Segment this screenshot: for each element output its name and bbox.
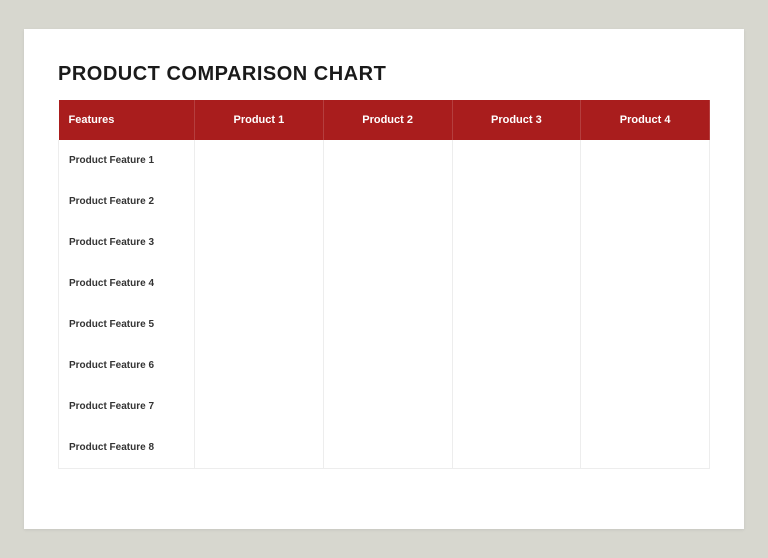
- cell: [323, 263, 452, 304]
- cell: [195, 263, 324, 304]
- col-header-product-1: Product 1: [195, 100, 324, 140]
- cell: [323, 386, 452, 427]
- col-header-product-3: Product 3: [452, 100, 581, 140]
- feature-label: Product Feature 2: [59, 181, 195, 222]
- cell: [323, 427, 452, 468]
- table-row: Product Feature 6: [59, 345, 710, 386]
- comparison-table: Features Product 1 Product 2 Product 3 P…: [58, 100, 710, 469]
- col-header-features: Features: [59, 100, 195, 140]
- feature-label: Product Feature 1: [59, 140, 195, 181]
- cell: [323, 345, 452, 386]
- table-row: Product Feature 4: [59, 263, 710, 304]
- table-row: Product Feature 1: [59, 140, 710, 181]
- cell: [581, 386, 710, 427]
- cell: [452, 222, 581, 263]
- document-page: PRODUCT COMPARISON CHART Features Produc…: [24, 29, 744, 529]
- cell: [323, 304, 452, 345]
- cell: [452, 304, 581, 345]
- cell: [581, 140, 710, 181]
- feature-label: Product Feature 3: [59, 222, 195, 263]
- cell: [452, 345, 581, 386]
- feature-label: Product Feature 8: [59, 427, 195, 468]
- cell: [581, 222, 710, 263]
- cell: [323, 222, 452, 263]
- table-row: Product Feature 7: [59, 386, 710, 427]
- feature-label: Product Feature 5: [59, 304, 195, 345]
- cell: [581, 181, 710, 222]
- feature-label: Product Feature 4: [59, 263, 195, 304]
- cell: [323, 140, 452, 181]
- cell: [195, 222, 324, 263]
- table-header-row: Features Product 1 Product 2 Product 3 P…: [59, 100, 710, 140]
- cell: [581, 304, 710, 345]
- cell: [195, 386, 324, 427]
- table-row: Product Feature 2: [59, 181, 710, 222]
- cell: [452, 181, 581, 222]
- cell: [323, 181, 452, 222]
- cell: [452, 386, 581, 427]
- page-title: PRODUCT COMPARISON CHART: [58, 63, 710, 86]
- cell: [452, 140, 581, 181]
- cell: [581, 345, 710, 386]
- col-header-product-4: Product 4: [581, 100, 710, 140]
- table-row: Product Feature 3: [59, 222, 710, 263]
- cell: [195, 427, 324, 468]
- feature-label: Product Feature 7: [59, 386, 195, 427]
- cell: [195, 345, 324, 386]
- cell: [581, 263, 710, 304]
- cell: [581, 427, 710, 468]
- cell: [452, 427, 581, 468]
- cell: [195, 181, 324, 222]
- table-row: Product Feature 8: [59, 427, 710, 468]
- table-row: Product Feature 5: [59, 304, 710, 345]
- cell: [195, 140, 324, 181]
- cell: [195, 304, 324, 345]
- feature-label: Product Feature 6: [59, 345, 195, 386]
- cell: [452, 263, 581, 304]
- col-header-product-2: Product 2: [323, 100, 452, 140]
